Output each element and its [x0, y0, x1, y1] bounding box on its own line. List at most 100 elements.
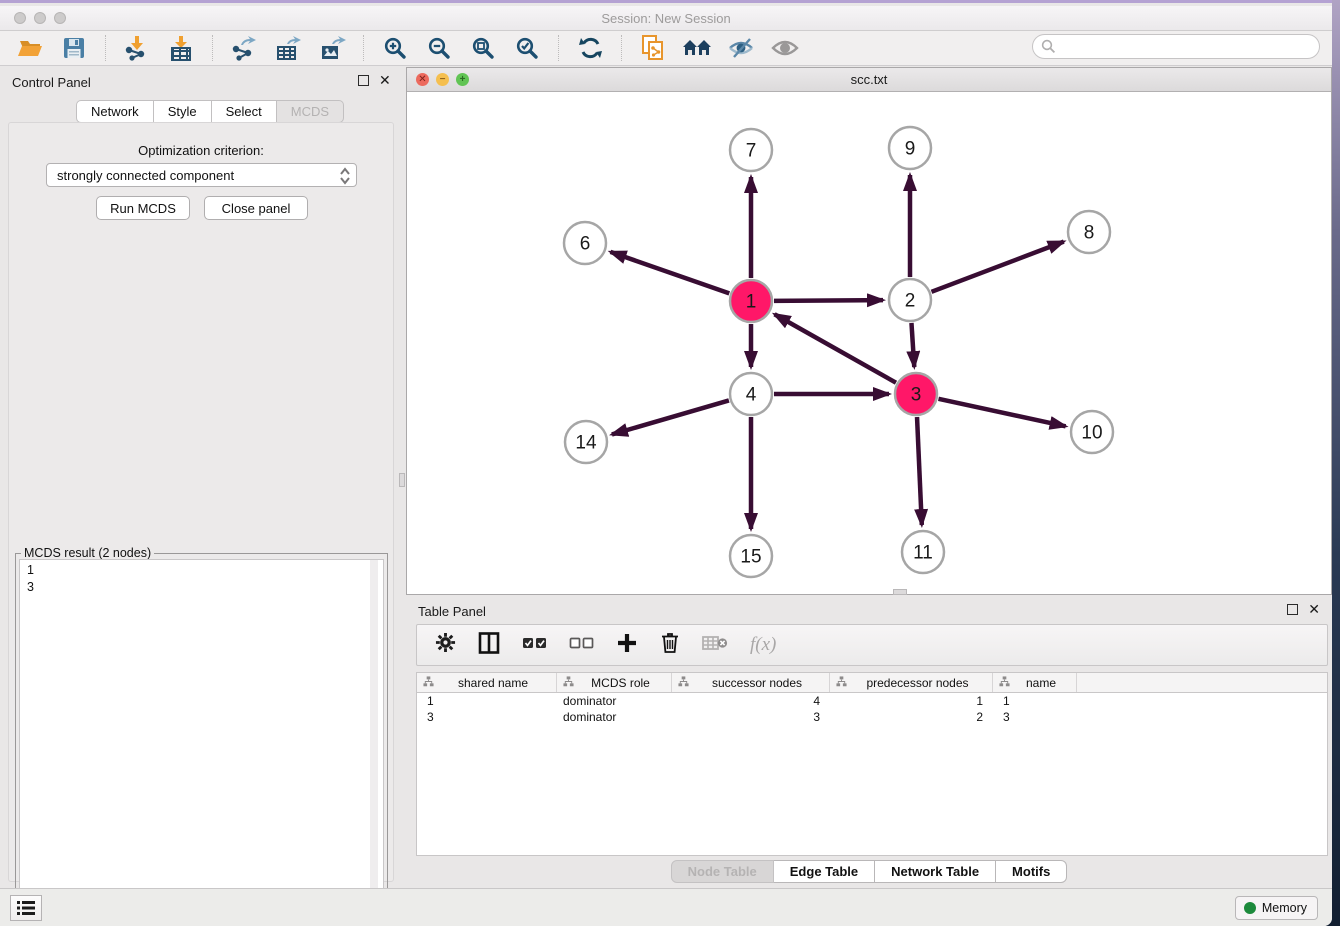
export-image-icon[interactable] — [314, 33, 350, 63]
close-table-panel-icon[interactable]: ✕ — [1308, 604, 1320, 615]
table-row[interactable]: 3dominator323 — [417, 709, 1327, 725]
add-column-icon[interactable] — [616, 632, 638, 659]
zoom-fit-icon[interactable] — [465, 33, 501, 63]
network-title: scc.txt — [407, 72, 1331, 87]
table-panel: Table Panel ✕ — [406, 598, 1332, 891]
node-label-9: 9 — [905, 139, 916, 160]
column-header-MCDS-role[interactable]: MCDS role — [557, 673, 672, 692]
show-all-eye-icon[interactable] — [767, 33, 803, 63]
node-label-4: 4 — [746, 385, 757, 406]
delete-column-trash-icon[interactable] — [660, 631, 680, 659]
list-icon — [17, 901, 35, 915]
table-body: 1dominator4113dominator323 — [417, 693, 1327, 725]
node-label-8: 8 — [1084, 223, 1095, 244]
tree-sort-icon — [836, 676, 847, 690]
column-header-name[interactable]: name — [993, 673, 1077, 692]
table-cell: dominator — [557, 693, 672, 709]
tab-network-table[interactable]: Network Table — [875, 860, 996, 883]
node-label-10: 10 — [1081, 423, 1102, 444]
export-table-icon[interactable] — [270, 33, 306, 63]
app-window: Session: New Session — [0, 0, 1332, 926]
table-cell: 1 — [830, 693, 993, 709]
memory-status-dot — [1244, 902, 1256, 914]
edge-2-3[interactable] — [911, 323, 914, 367]
toolbar-separator — [558, 35, 559, 61]
zoom-in-icon[interactable] — [377, 33, 413, 63]
table-row[interactable]: 1dominator411 — [417, 693, 1327, 709]
node-label-15: 15 — [740, 547, 761, 568]
tab-mcds[interactable]: MCDS — [277, 100, 344, 123]
network-view-window: ✕ − + scc.txt 7968124314101511 — [406, 67, 1332, 595]
import-network-icon[interactable] — [119, 33, 155, 63]
edge-1-6[interactable] — [610, 252, 729, 294]
control-panel: Control Panel ✕ NetworkStyleSelectMCDS O… — [0, 67, 402, 891]
horizontal-divider-grip[interactable] — [893, 589, 907, 595]
status-bar: Memory — [0, 888, 1332, 926]
toolbar-separator — [105, 35, 106, 61]
tab-select[interactable]: Select — [212, 100, 277, 123]
zoom-out-icon[interactable] — [421, 33, 457, 63]
edge-4-14[interactable] — [612, 400, 729, 434]
export-network-icon[interactable] — [226, 33, 262, 63]
tab-network[interactable]: Network — [76, 100, 154, 123]
search-input[interactable] — [1032, 34, 1320, 59]
delete-table-icon[interactable] — [702, 634, 728, 657]
node-label-7: 7 — [746, 141, 757, 162]
network-graph-canvas[interactable]: 7968124314101511 — [407, 92, 1331, 595]
tab-motifs[interactable]: Motifs — [996, 860, 1067, 883]
float-panel-icon[interactable] — [358, 75, 369, 86]
hide-selected-eye-icon[interactable] — [723, 33, 759, 63]
float-table-panel-icon[interactable] — [1287, 604, 1298, 615]
first-neighbors-icon[interactable] — [679, 33, 715, 63]
tab-edge-table[interactable]: Edge Table — [774, 860, 875, 883]
split-view-icon[interactable] — [478, 632, 500, 659]
select-stepper-icon — [338, 166, 352, 189]
optimization-criterion-select[interactable]: strongly connected component — [46, 163, 357, 187]
column-header-successor-nodes[interactable]: successor nodes — [672, 673, 830, 692]
node-label-2: 2 — [905, 291, 916, 312]
table-cell: dominator — [557, 709, 672, 725]
save-session-icon[interactable] — [56, 33, 92, 63]
edge-1-2[interactable] — [774, 300, 883, 301]
close-panel-button[interactable]: Close panel — [204, 196, 308, 220]
node-label-1: 1 — [746, 292, 757, 313]
refresh-icon[interactable] — [572, 33, 608, 63]
panel-divider-grip[interactable] — [399, 473, 405, 487]
memory-button[interactable]: Memory — [1235, 896, 1318, 920]
table-panel-title: Table Panel — [418, 604, 486, 619]
select-all-checkboxes-icon[interactable] — [522, 636, 547, 655]
clone-network-icon[interactable] — [635, 33, 671, 63]
result-scrollbar[interactable] — [370, 560, 378, 925]
memory-label: Memory — [1262, 901, 1307, 915]
optimization-criterion-label: Optimization criterion: — [9, 143, 393, 158]
edge-3-1[interactable] — [775, 314, 896, 382]
window-title: Session: New Session — [0, 11, 1332, 26]
node-table: shared nameMCDS rolesuccessor nodesprede… — [416, 672, 1328, 856]
edge-3-11[interactable] — [917, 417, 922, 525]
search-icon — [1041, 39, 1056, 54]
settings-gear-icon[interactable] — [435, 632, 456, 658]
import-table-icon[interactable] — [163, 33, 199, 63]
column-header-predecessor-nodes[interactable]: predecessor nodes — [830, 673, 993, 692]
mcds-result-text[interactable]: 13 — [19, 559, 384, 926]
node-label-14: 14 — [575, 433, 597, 454]
open-session-icon[interactable] — [12, 33, 48, 63]
column-header-shared-name[interactable]: shared name — [417, 673, 557, 692]
result-line: 1 — [27, 562, 383, 579]
tab-style[interactable]: Style — [154, 100, 212, 123]
edge-3-10[interactable] — [938, 399, 1065, 426]
deselect-checkboxes-icon[interactable] — [569, 636, 594, 655]
zoom-selected-icon[interactable] — [509, 33, 545, 63]
table-cell: 3 — [417, 709, 557, 725]
edge-2-8[interactable] — [932, 242, 1064, 292]
table-cell: 4 — [672, 693, 830, 709]
table-cell: 3 — [993, 709, 1077, 725]
task-history-button[interactable] — [10, 895, 42, 921]
network-window-titlebar: ✕ − + scc.txt — [407, 68, 1331, 92]
table-cell: 1 — [993, 693, 1077, 709]
control-panel-tabs: NetworkStyleSelectMCDS — [76, 100, 344, 123]
tab-node-table[interactable]: Node Table — [671, 860, 774, 883]
function-builder-icon[interactable]: f(x) — [750, 634, 776, 656]
run-mcds-button[interactable]: Run MCDS — [96, 196, 190, 220]
close-panel-icon[interactable]: ✕ — [379, 75, 391, 86]
